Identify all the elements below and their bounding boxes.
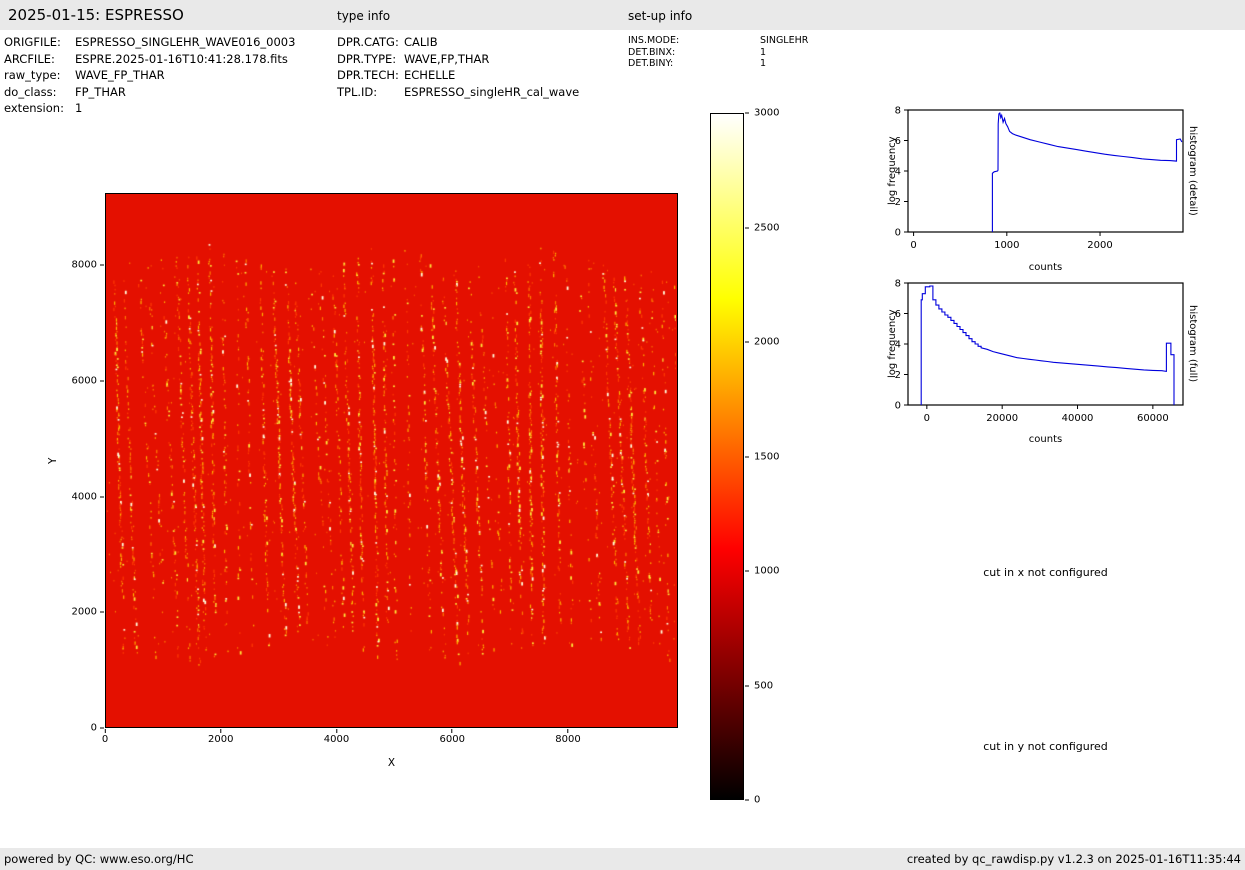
setup-info-block: INS.MODE: SINGLEHR DET.BINX: 1 DET.BINY:… bbox=[628, 35, 808, 70]
page-title: 2025-01-15: ESPRESSO bbox=[8, 6, 184, 24]
footer-powered-by: powered by QC: www.eso.org/HC bbox=[4, 848, 193, 870]
x-tick: 2000 bbox=[208, 729, 233, 745]
meta-label: DPR.TECH: bbox=[337, 67, 404, 84]
x-tick: 6000 bbox=[440, 729, 465, 745]
cut-in-x-note: cut in x not configured bbox=[908, 566, 1183, 579]
colorbar-tick: 2500 bbox=[745, 222, 779, 233]
meta-row-doclass: do_class: FP_THAR bbox=[4, 84, 295, 101]
x-tick-label: 60000 bbox=[1137, 413, 1169, 424]
meta-value: 1 bbox=[760, 47, 766, 59]
y-tick: 0 bbox=[62, 723, 104, 734]
meta-row-detbinx: DET.BINX: 1 bbox=[628, 47, 808, 59]
histogram-detail-x-label: counts bbox=[908, 262, 1183, 273]
meta-label: ORIGFILE: bbox=[4, 34, 75, 51]
x-tick-label: 40000 bbox=[1062, 413, 1094, 424]
meta-row-dprtype: DPR.TYPE: WAVE,FP,THAR bbox=[337, 51, 579, 68]
histogram-full-x-label: counts bbox=[908, 434, 1183, 445]
colorbar bbox=[710, 113, 744, 800]
meta-label: DET.BINY: bbox=[628, 58, 760, 70]
raw-image-plot bbox=[105, 193, 678, 728]
colorbar-tick: 2000 bbox=[745, 337, 779, 348]
y-tick: 6000 bbox=[62, 375, 104, 386]
histogram-detail-plot: 01000200002468 bbox=[880, 105, 1192, 255]
meta-value: WAVE_FP_THAR bbox=[75, 67, 165, 84]
plot-frame bbox=[908, 110, 1183, 232]
histogram-full-plot: 020000400006000002468 bbox=[880, 278, 1192, 428]
colorbar-tick: 500 bbox=[745, 680, 773, 691]
histogram-line bbox=[921, 286, 1174, 405]
meta-row-dprcatg: DPR.CATG: CALIB bbox=[337, 34, 579, 51]
meta-value: ESPRESSO_singleHR_cal_wave bbox=[404, 84, 579, 101]
raw-image-canvas bbox=[106, 194, 676, 726]
plot-frame bbox=[908, 283, 1183, 405]
x-tick: 4000 bbox=[324, 729, 349, 745]
meta-row-rawtype: raw_type: WAVE_FP_THAR bbox=[4, 67, 295, 84]
meta-row-origfile: ORIGFILE: ESPRESSO_SINGLEHR_WAVE016_0003 bbox=[4, 34, 295, 51]
meta-value: 1 bbox=[760, 58, 766, 70]
meta-value: 1 bbox=[75, 100, 82, 117]
footer-bar: powered by QC: www.eso.org/HC created by… bbox=[0, 848, 1245, 870]
type-info-heading: type info bbox=[337, 9, 390, 23]
colorbar-tick: 1500 bbox=[745, 451, 779, 462]
x-tick-label: 0 bbox=[910, 240, 916, 251]
main-x-axis-label: X bbox=[105, 757, 678, 769]
histogram-line bbox=[992, 113, 1182, 232]
histogram-detail-side-label: histogram (detail) bbox=[1186, 110, 1199, 232]
colorbar-tick: 1000 bbox=[745, 566, 779, 577]
setup-info-heading: set-up info bbox=[628, 9, 692, 23]
meta-label: ARCFILE: bbox=[4, 51, 75, 68]
meta-value: WAVE,FP,THAR bbox=[404, 51, 489, 68]
meta-value: SINGLEHR bbox=[760, 35, 808, 47]
x-tick-label: 0 bbox=[924, 413, 930, 424]
y-tick: 2000 bbox=[62, 607, 104, 618]
meta-value: ESPRE.2025-01-16T10:41:28.178.fits bbox=[75, 51, 288, 68]
header-bar: 2025-01-15: ESPRESSO type info set-up in… bbox=[0, 0, 1245, 30]
cut-in-y-note: cut in y not configured bbox=[908, 740, 1183, 753]
meta-value: ESPRESSO_SINGLEHR_WAVE016_0003 bbox=[75, 34, 295, 51]
meta-label: TPL.ID: bbox=[337, 84, 404, 101]
meta-row-detbiny: DET.BINY: 1 bbox=[628, 58, 808, 70]
histogram-full-y-label: log frequency bbox=[886, 283, 899, 405]
colorbar-tick: 3000 bbox=[745, 108, 779, 119]
x-tick-label: 1000 bbox=[994, 240, 1019, 251]
meta-row-dprtech: DPR.TECH: ECHELLE bbox=[337, 67, 579, 84]
colorbar-tick: 0 bbox=[745, 795, 760, 806]
meta-row-extension: extension: 1 bbox=[4, 100, 295, 117]
x-tick-label: 2000 bbox=[1087, 240, 1112, 251]
main-y-axis-label: Y bbox=[46, 193, 60, 728]
meta-label: DET.BINX: bbox=[628, 47, 760, 59]
meta-value: ECHELLE bbox=[404, 67, 455, 84]
meta-label: do_class: bbox=[4, 84, 75, 101]
type-info-block: DPR.CATG: CALIB DPR.TYPE: WAVE,FP,THAR D… bbox=[337, 34, 579, 100]
meta-label: extension: bbox=[4, 100, 75, 117]
footer-created-by: created by qc_rawdisp.py v1.2.3 on 2025-… bbox=[907, 848, 1241, 870]
meta-value: CALIB bbox=[404, 34, 438, 51]
y-tick: 4000 bbox=[62, 491, 104, 502]
y-tick: 8000 bbox=[62, 260, 104, 271]
x-tick: 8000 bbox=[555, 729, 580, 745]
meta-label: raw_type: bbox=[4, 67, 75, 84]
meta-row-arcfile: ARCFILE: ESPRE.2025-01-16T10:41:28.178.f… bbox=[4, 51, 295, 68]
histogram-detail-y-label: log frequency bbox=[886, 110, 899, 232]
meta-value: FP_THAR bbox=[75, 84, 126, 101]
histogram-full-side-label: histogram (full) bbox=[1186, 283, 1199, 405]
x-tick-label: 20000 bbox=[986, 413, 1018, 424]
meta-label: DPR.TYPE: bbox=[337, 51, 404, 68]
meta-row-tplid: TPL.ID: ESPRESSO_singleHR_cal_wave bbox=[337, 84, 579, 101]
meta-row-insmode: INS.MODE: SINGLEHR bbox=[628, 35, 808, 47]
meta-label: INS.MODE: bbox=[628, 35, 760, 47]
meta-label: DPR.CATG: bbox=[337, 34, 404, 51]
file-info-block: ORIGFILE: ESPRESSO_SINGLEHR_WAVE016_0003… bbox=[4, 34, 295, 117]
